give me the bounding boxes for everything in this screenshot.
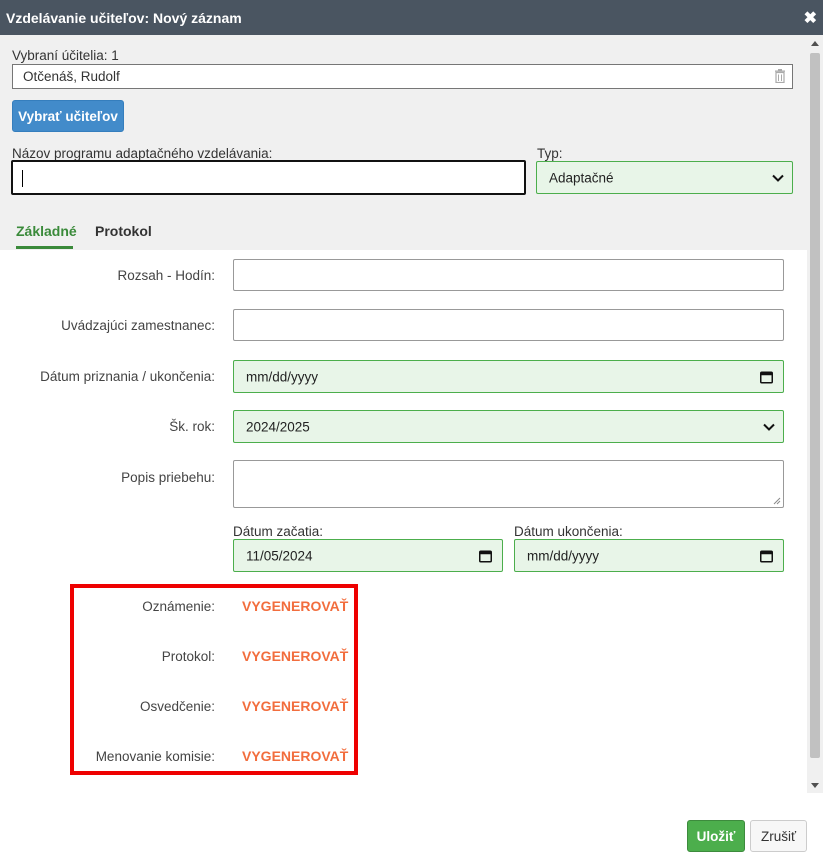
- calendar-icon[interactable]: [760, 370, 773, 383]
- end-date-label: Dátum ukončenia:: [514, 524, 623, 539]
- award-date-label: Dátum priznania / ukončenia:: [40, 369, 215, 384]
- type-label: Typ:: [537, 146, 563, 161]
- description-label: Popis priebehu:: [121, 470, 215, 485]
- cancel-button[interactable]: Zrušiť: [750, 820, 807, 852]
- award-date-value: mm/dd/yyyy: [246, 369, 319, 384]
- scrollbar-thumb[interactable]: [810, 53, 820, 758]
- close-icon[interactable]: ✖: [804, 8, 817, 28]
- chevron-down-icon: [763, 423, 775, 431]
- selected-teachers-box: Otčenáš, Rudolf: [12, 64, 793, 89]
- start-date-value: 11/05/2024: [246, 548, 313, 563]
- type-select-value: Adaptačné: [549, 170, 614, 185]
- highlight-box: [70, 584, 358, 775]
- hours-input[interactable]: [233, 259, 784, 291]
- school-year-label: Šk. rok:: [169, 419, 215, 434]
- start-date-input[interactable]: 11/05/2024: [233, 539, 503, 572]
- save-button[interactable]: Uložiť: [687, 820, 745, 852]
- calendar-icon[interactable]: [760, 549, 773, 562]
- type-select[interactable]: Adaptačné: [536, 161, 793, 194]
- vertical-scrollbar[interactable]: [807, 35, 823, 793]
- description-textarea[interactable]: [233, 460, 784, 508]
- employee-label: Uvádzajúci zamestnanec:: [61, 318, 215, 333]
- select-teachers-button[interactable]: Vybrať učiteľov: [12, 100, 124, 132]
- chevron-down-icon: [772, 174, 784, 182]
- dialog-title: Vzdelávanie učiteľov: Nový záznam: [6, 10, 242, 26]
- school-year-select[interactable]: 2024/2025: [233, 410, 784, 443]
- dialog-titlebar: Vzdelávanie učiteľov: Nový záznam ✖: [0, 0, 823, 35]
- school-year-value: 2024/2025: [246, 419, 310, 434]
- active-tab-indicator: [16, 246, 73, 249]
- hours-label: Rozsah - Hodín:: [117, 268, 215, 283]
- award-date-input[interactable]: mm/dd/yyyy: [233, 360, 784, 393]
- start-date-label: Dátum začatia:: [233, 524, 324, 539]
- scroll-up-arrow-icon[interactable]: [811, 41, 819, 46]
- selected-teacher-name: Otčenáš, Rudolf: [23, 69, 120, 84]
- scroll-down-arrow-icon[interactable]: [811, 783, 819, 788]
- program-name-input[interactable]: [11, 160, 526, 195]
- trash-icon[interactable]: [774, 69, 786, 83]
- selected-teachers-label: Vybraní účitelia: 1: [12, 48, 119, 63]
- text-caret: [22, 170, 23, 187]
- end-date-value: mm/dd/yyyy: [527, 548, 600, 563]
- tab-protocol[interactable]: Protokol: [95, 223, 152, 239]
- employee-input[interactable]: [233, 309, 784, 341]
- tab-basic[interactable]: Základné: [16, 223, 77, 239]
- program-name-label: Názov programu adaptačného vzdelávania:: [12, 146, 273, 161]
- end-date-input[interactable]: mm/dd/yyyy: [514, 539, 784, 572]
- resize-handle-icon[interactable]: [773, 497, 781, 505]
- calendar-icon[interactable]: [479, 549, 492, 562]
